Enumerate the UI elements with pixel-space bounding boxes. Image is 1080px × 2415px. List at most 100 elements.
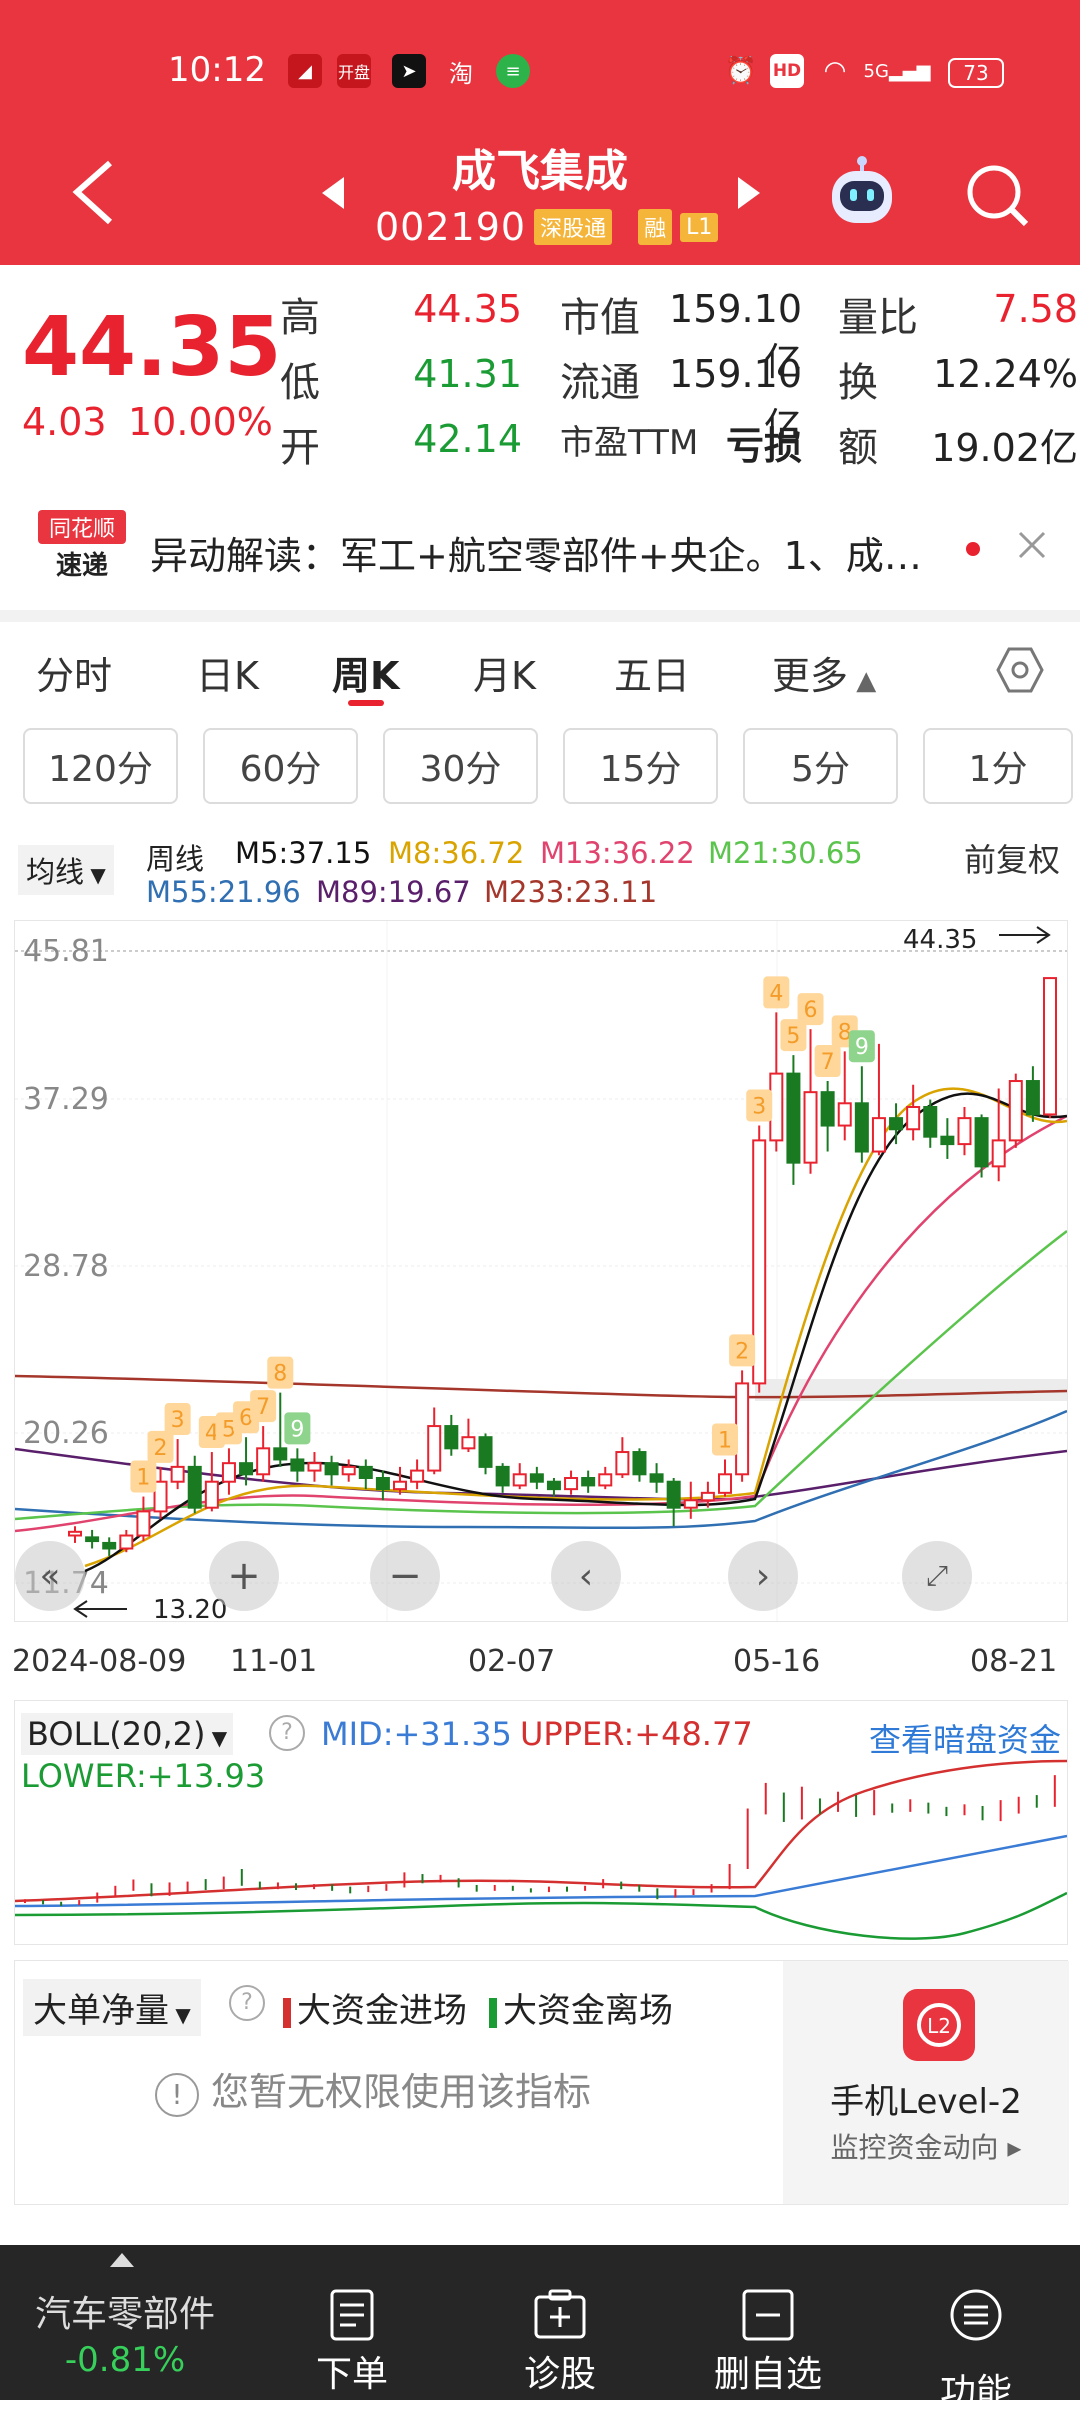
min-price-marker: 13.20	[153, 1595, 227, 1621]
candle-down	[546, 1480, 561, 1491]
candle-up	[598, 1473, 613, 1487]
open-label: 开	[280, 425, 320, 471]
sequence-tag-label: 1	[136, 1466, 150, 1491]
k-line-chart[interactable]: 45.81 37.29 28.78 20.26 11.74 1234567891…	[14, 920, 1068, 1625]
sector-button[interactable]: 汽车零部件 -0.81%	[0, 2245, 250, 2400]
funds-select[interactable]: 大单净量 ▼	[23, 1979, 201, 2036]
order-icon	[330, 2289, 374, 2341]
candle-down	[854, 1102, 869, 1153]
low-label: 低	[280, 360, 320, 406]
fullscreen-button[interactable]: ⤢	[902, 1541, 972, 1611]
candle-down	[239, 1462, 254, 1476]
y-labels: 45.81 37.29 28.78 20.26 11.74	[23, 934, 109, 1601]
sequence-tag-label: 9	[855, 1035, 869, 1060]
diagnose-button[interactable]: 诊股	[480, 2245, 640, 2400]
tab-monthly-k[interactable]: 月K	[473, 645, 536, 700]
robot-assistant-icon[interactable]	[822, 155, 902, 235]
svg-text:L2: L2	[927, 2014, 951, 2038]
active-tab-indicator	[348, 700, 384, 706]
candle-down	[786, 1072, 801, 1164]
level2-promo[interactable]: L2 手机Level-2 监控资金动向 ▸	[783, 1961, 1069, 2204]
boll-price-bars	[24, 1775, 1056, 1906]
sector-change: -0.81%	[64, 2340, 186, 2380]
tab-intraday[interactable]: 分时	[36, 645, 112, 700]
tab-1min[interactable]: 1分	[923, 728, 1073, 804]
y-label-3: 28.78	[23, 1249, 109, 1284]
battery-icon: 73	[948, 58, 1004, 88]
close-icon[interactable]	[1015, 525, 1049, 565]
high-value: 44.35	[413, 287, 522, 331]
tab-weekly-k[interactable]: 周K	[332, 645, 399, 700]
high-label: 高	[280, 295, 320, 341]
low-value: 41.31	[413, 352, 522, 396]
help-icon[interactable]: ?	[229, 1985, 265, 2021]
settings-icon[interactable]	[995, 645, 1045, 695]
sequence-tag-label: 8	[273, 1362, 287, 1387]
candle-up	[564, 1477, 579, 1491]
level2-title: 手机Level-2	[830, 2082, 1022, 2122]
sequence-tag-label: 2	[154, 1436, 168, 1461]
y-label-2: 37.29	[23, 1082, 109, 1117]
price-adjust-select[interactable]: 前复权	[964, 835, 1060, 881]
next-stock-icon[interactable]	[734, 173, 764, 213]
candle-up	[718, 1473, 732, 1494]
network-type: 5G	[863, 60, 889, 82]
pan-left-button[interactable]: ‹	[551, 1541, 621, 1611]
turnover-value: 12.24%	[933, 352, 1078, 396]
search-icon[interactable]	[962, 160, 1032, 230]
boll-panel: BOLL(20,2) ▼ ? MID:+31.35 UPPER:+48.77 查…	[14, 1700, 1068, 1945]
turnover-label: 换	[838, 360, 878, 406]
tab-15min[interactable]: 15分	[563, 728, 718, 804]
news-flash[interactable]: 同花顺 速递 异动解读：军工+航空零部件+央企。1、成…	[0, 500, 1080, 610]
caret-up-icon: ▲	[848, 666, 877, 696]
wifi-icon: ◠	[823, 56, 847, 86]
tab-60min[interactable]: 60分	[203, 728, 358, 804]
remove-watchlist-button[interactable]: 删自选	[688, 2245, 848, 2400]
candle-down	[102, 1541, 117, 1550]
tab-120min[interactable]: 120分	[23, 728, 178, 804]
tab-30min[interactable]: 30分	[383, 728, 538, 804]
tab-five-day[interactable]: 五日	[614, 645, 690, 700]
candle-up	[957, 1117, 972, 1146]
tab-5min[interactable]: 5分	[743, 728, 898, 804]
candle-down	[273, 1447, 288, 1461]
candle-up	[991, 1139, 1006, 1168]
alarm-icon: ⏰	[724, 56, 758, 86]
stock-code: 002190	[375, 205, 527, 249]
x-label-0: 2024-08-09	[12, 1644, 187, 1679]
news-text[interactable]: 异动解读：军工+航空零部件+央企。1、成…	[150, 525, 965, 580]
candle-down	[649, 1473, 664, 1483]
minus-icon: −	[388, 1553, 422, 1599]
zoom-out-button[interactable]: −	[370, 1541, 440, 1611]
minute-tabs: 120分 60分 30分 15分 5分 1分	[0, 728, 1080, 808]
more-functions-button[interactable]: 功能	[896, 2245, 1056, 2413]
candle-up	[871, 1117, 886, 1153]
tab-more[interactable]: 更多 ▲	[772, 645, 876, 700]
remove-watchlist-label: 删自选	[713, 2354, 822, 2395]
candle-down	[290, 1458, 305, 1472]
candle-up	[1008, 1080, 1023, 1142]
stock-name: 成飞集成	[452, 146, 628, 197]
info-icon: !	[155, 2072, 199, 2117]
tab-daily-k[interactable]: 日K	[196, 645, 259, 700]
candle-up	[136, 1510, 151, 1537]
candle-up	[410, 1469, 425, 1483]
order-button[interactable]: 下单	[272, 2245, 432, 2400]
funds-select-label: 大单净量	[33, 1991, 169, 2031]
signal-icon: 5G ▂▄▆	[863, 60, 931, 82]
last-price: 44.35	[22, 300, 282, 395]
boll-chart	[15, 1759, 1067, 1940]
spotify-icon: ≡	[496, 54, 530, 88]
pan-right-button[interactable]: ›	[728, 1541, 798, 1611]
candle-up	[615, 1451, 630, 1476]
ma-select[interactable]: 均线 ▼	[18, 845, 114, 895]
volume-ratio-label: 量比	[838, 295, 918, 341]
amount-label: 额	[838, 425, 878, 471]
zoom-in-button[interactable]: +	[209, 1541, 279, 1611]
chart-scroll-left-button[interactable]: «	[15, 1541, 85, 1611]
status-bar: 10:12 ◢ 开盘 ➤ 淘 ≡ ⏰ HD ◠ 5G ▂▄▆ 73	[0, 38, 1080, 108]
divider	[0, 610, 1080, 622]
ma-legend: 均线 ▼ 周线 M5:37.15 M8:36.72 M13:36.22 M21:…	[0, 830, 1080, 910]
candle-up	[393, 1480, 407, 1491]
ma-select-label: 均线	[26, 855, 85, 889]
